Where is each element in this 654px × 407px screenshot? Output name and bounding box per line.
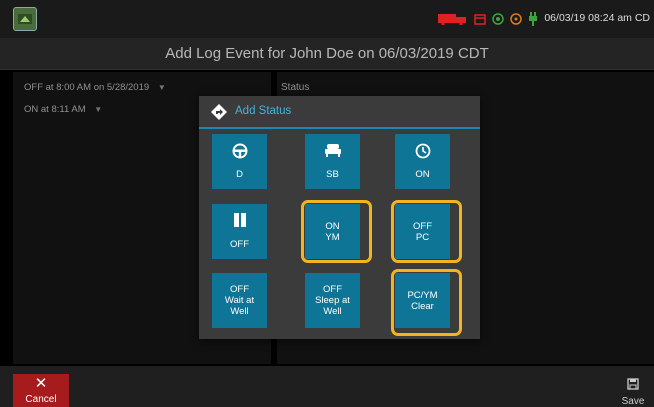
pause-icon [212,213,267,231]
status-datetime: 06/03/19 08:24 am CD [544,12,650,24]
cancel-button-label: Cancel [25,394,57,405]
status-tile-label: ON [325,220,340,232]
gps-icon [492,13,504,25]
truck-icon [438,14,466,25]
status-tile-sublabel: Sleep at [315,295,350,306]
system-status-bar: 06/03/19 08:24 am CD [0,0,654,38]
status-icons [438,10,538,28]
power-icon [529,12,537,26]
status-tile-sublabel: Well [323,306,342,317]
status-tile-label: PC/YM [407,289,438,301]
status-tile-off-sleep-at-well[interactable]: OFF Sleep at Well [305,273,360,328]
status-tile-sublabel: Clear [411,300,434,312]
status-tile-label: SB [326,169,339,180]
status-tile-sb[interactable]: SB [305,134,360,189]
save-button-label: Save [621,396,645,407]
calendar-icon [474,14,486,25]
status-tile-off[interactable]: OFF [212,204,267,259]
cancel-button[interactable]: ✕ Cancel [13,374,69,407]
status-tile-label: OFF [230,284,249,295]
status-tile-label: OFF [323,284,342,295]
save-icon [612,377,654,395]
directions-icon [211,104,227,125]
status-tile-label: OFF [230,239,249,250]
save-button[interactable]: Save [612,374,654,407]
status-tile-off-pc[interactable]: OFF PC [395,204,450,259]
status-tile-on-ym[interactable]: ON YM [305,204,360,259]
steering-wheel-icon [212,143,267,161]
status-tile-label: ON [415,169,430,180]
status-tile-off-wait-at-well[interactable]: OFF Wait at Well [212,273,267,328]
bed-icon [305,143,360,161]
status-tile-sublabel: Wait at [224,295,255,306]
bottom-action-bar: ✕ Cancel Save [0,366,654,407]
close-icon: ✕ [34,375,48,392]
status-tile-on[interactable]: ON [395,134,450,189]
status-tile-sublabel: YM [325,231,340,243]
status-tile-d[interactable]: D [212,134,267,189]
wifi-icon [510,13,522,25]
status-tile-label: OFF [413,220,432,232]
status-tile-sublabel: PC [415,231,430,243]
status-tile-sublabel: Well [230,306,249,317]
clock-icon [395,143,450,161]
status-tile-label: D [236,169,243,180]
dialog-title: Add Status [235,105,292,117]
add-status-dialog: Add Status D SB ON OFF ON YM OFF PC OFF … [199,96,480,339]
app-logo-icon[interactable] [13,7,37,31]
dialog-header: Add Status [199,96,480,129]
status-tile-pc-ym-clear[interactable]: PC/YM Clear [395,273,450,328]
